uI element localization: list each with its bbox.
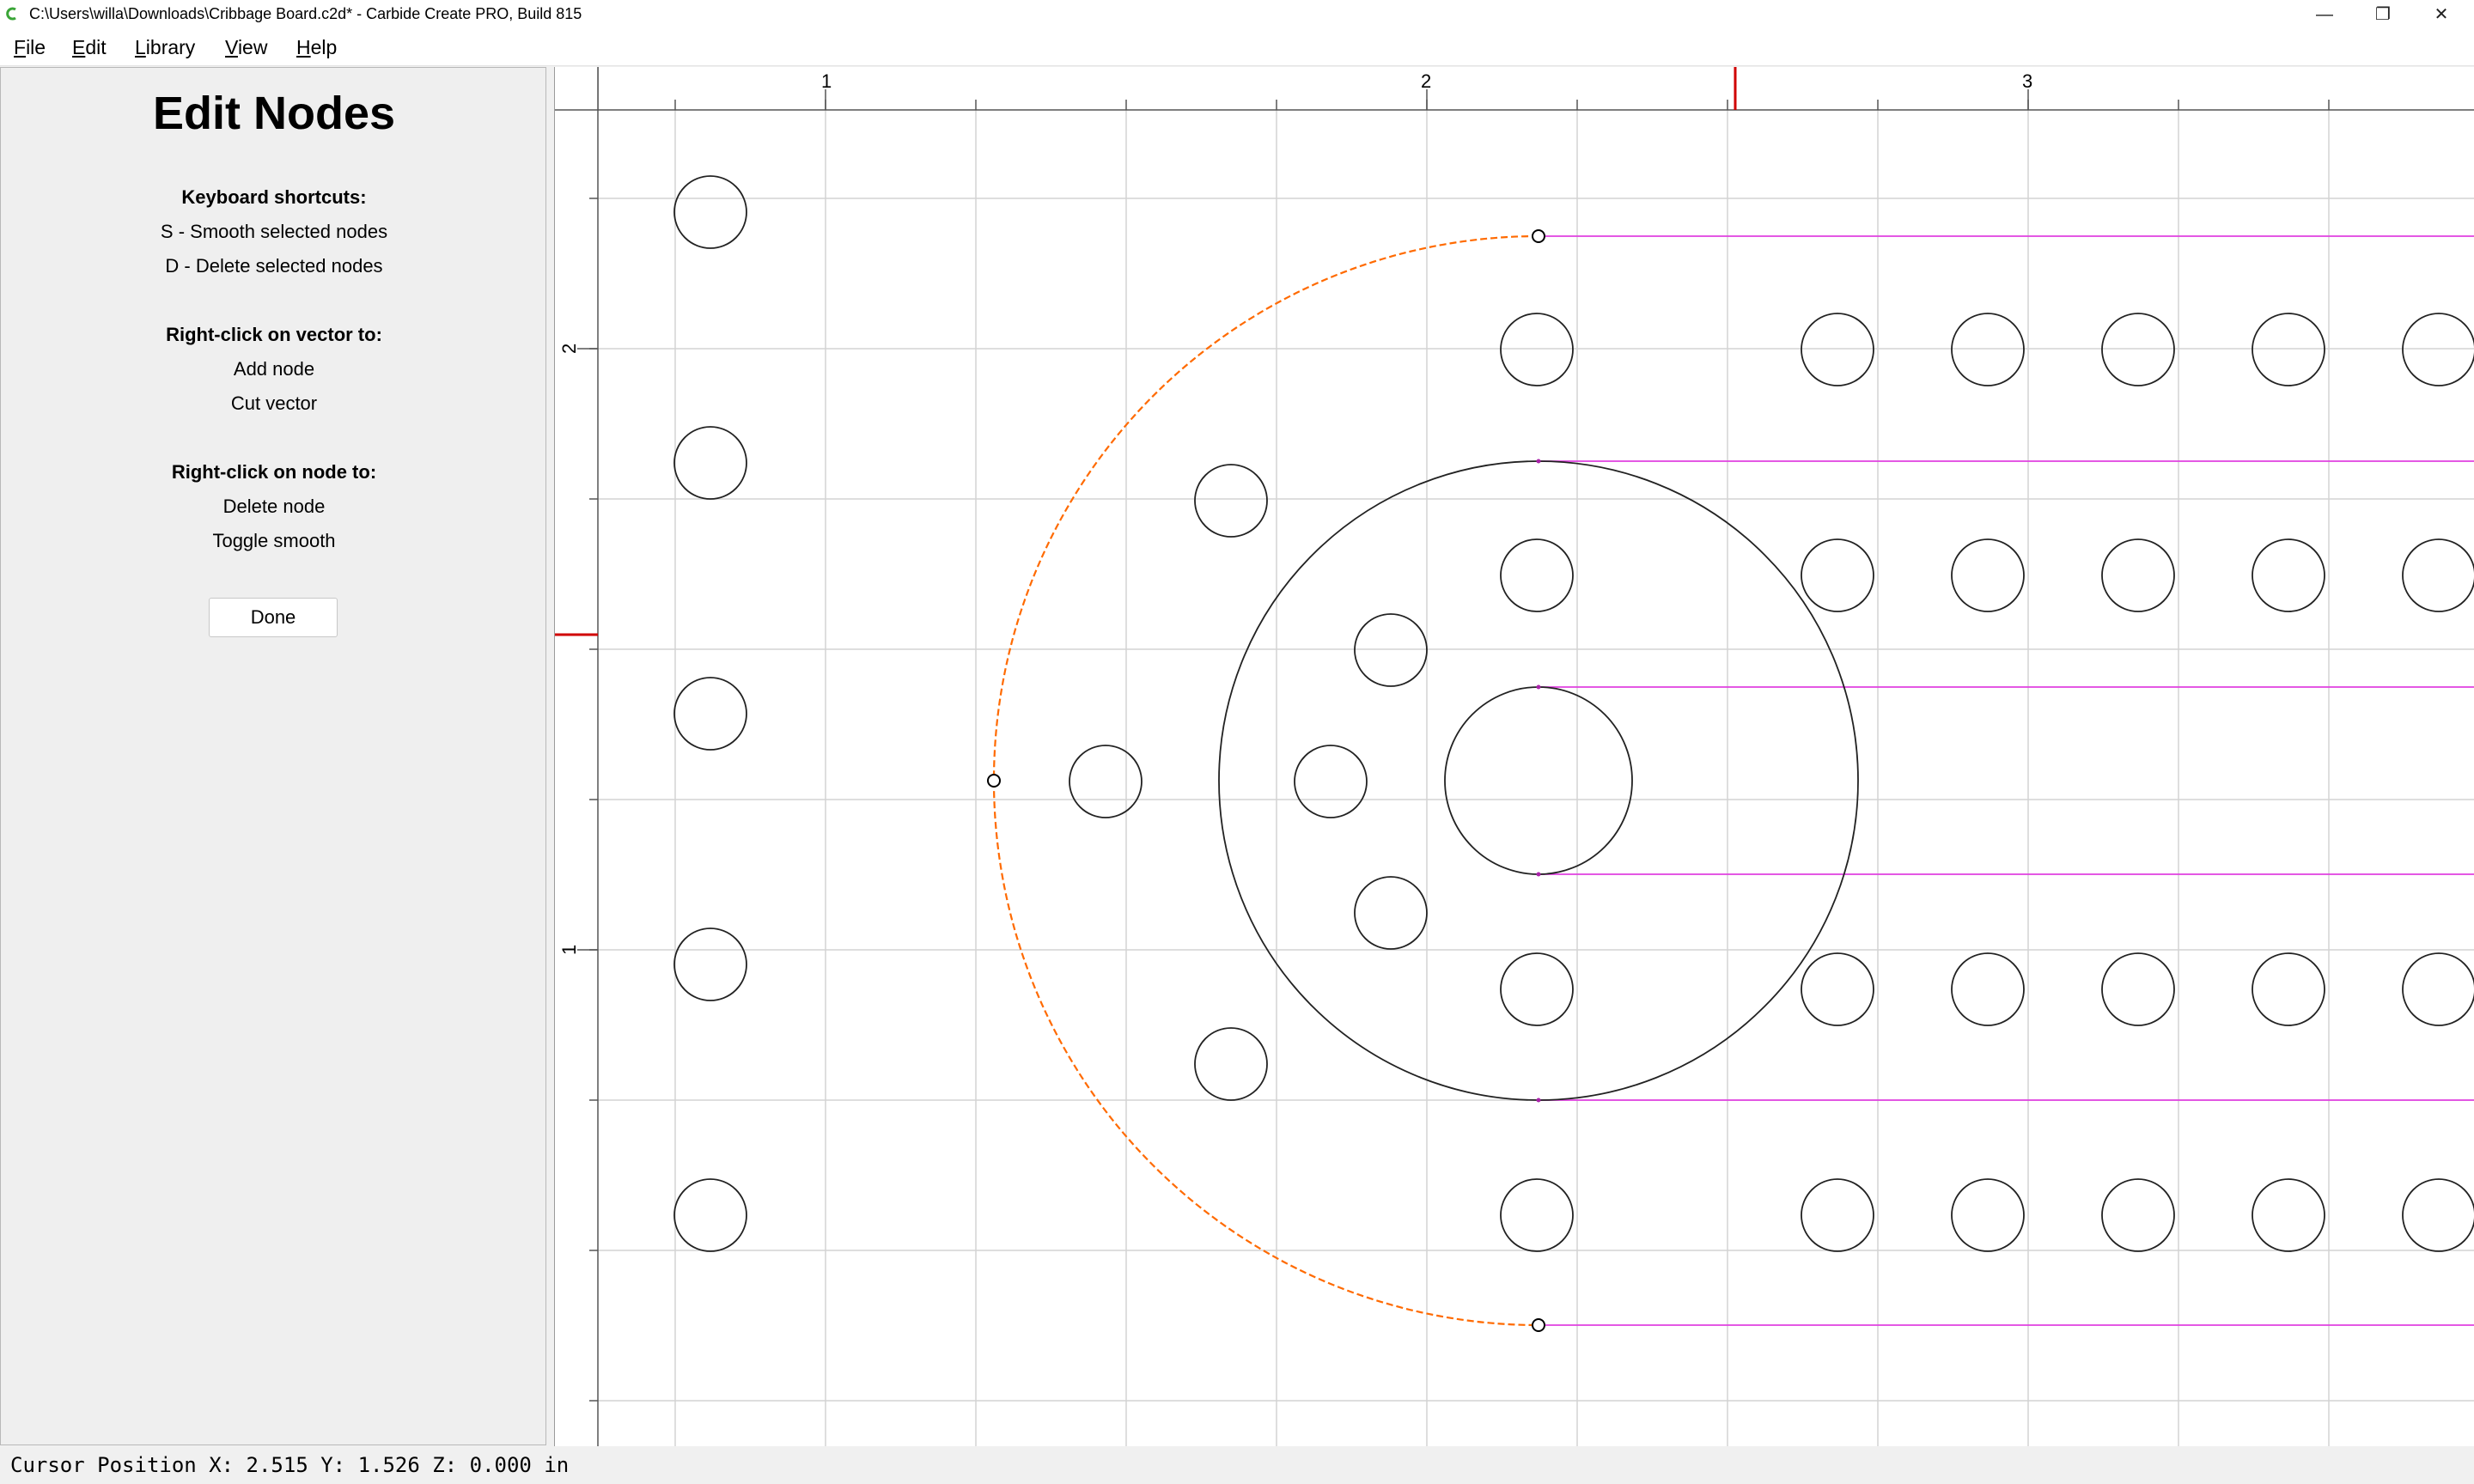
edit-node-handle[interactable] (1532, 1318, 1545, 1332)
node-marker[interactable] (1536, 872, 1541, 877)
menu-file[interactable]: File (14, 36, 46, 59)
node-marker[interactable] (1536, 459, 1541, 464)
guide-node-markers (1536, 459, 1541, 1103)
ruler-corner (555, 67, 598, 110)
node-toggle-text: Toggle smooth (212, 530, 336, 551)
menu-edit[interactable]: Edit (72, 36, 107, 59)
peg-hole[interactable] (1069, 745, 1143, 818)
edit-nodes-panel: Edit Nodes Keyboard shortcuts: S - Smoot… (0, 67, 546, 1445)
peg-hole[interactable] (673, 426, 747, 500)
left-ruler-bg (555, 67, 598, 1446)
menu-help-label: elp (310, 36, 338, 58)
menu-view-accel: V (225, 36, 238, 58)
menu-library[interactable]: Library (135, 36, 195, 59)
top-ruler-label-3: 3 (2022, 70, 2032, 92)
peg-hole[interactable] (673, 175, 747, 249)
peg-hole[interactable] (2402, 538, 2474, 612)
peg-hole[interactable] (1500, 1178, 1574, 1252)
close-button[interactable]: ✕ (2412, 0, 2471, 29)
peg-hole[interactable] (1354, 613, 1428, 687)
center-circle[interactable] (1444, 686, 1633, 875)
left-ruler-label-1: 1 (558, 945, 580, 955)
shortcuts-heading: Keyboard shortcuts: (181, 186, 367, 208)
peg-hole[interactable] (2101, 1178, 2175, 1252)
menu-edit-label: dit (85, 36, 107, 58)
peg-hole[interactable] (1951, 952, 2025, 1026)
peg-hole[interactable] (1801, 952, 1874, 1026)
peg-hole[interactable] (1294, 745, 1368, 818)
top-ruler: 1 2 3 (555, 67, 2474, 111)
peg-holes (673, 175, 2474, 1252)
peg-hole[interactable] (1801, 1178, 1874, 1252)
peg-hole[interactable] (1194, 464, 1268, 538)
vector-heading: Right-click on vector to: (166, 324, 382, 345)
peg-hole[interactable] (673, 928, 747, 1001)
peg-hole[interactable] (2101, 538, 2175, 612)
edit-node-handles (987, 229, 1545, 1332)
grid (598, 110, 2474, 1446)
selected-arc-vector[interactable] (992, 234, 1539, 1327)
status-bar: Cursor Position X: 2.515 Y: 1.526 Z: 0.0… (0, 1446, 2474, 1484)
peg-hole[interactable] (2402, 1178, 2474, 1252)
menu-file-label: ile (26, 36, 46, 58)
menu-help[interactable]: Help (296, 36, 337, 59)
menu-edit-accel: E (72, 36, 86, 58)
minimize-button[interactable]: — (2295, 0, 2354, 29)
peg-hole[interactable] (2101, 952, 2175, 1026)
edit-node-handle[interactable] (1532, 229, 1545, 243)
edit-node-handle[interactable] (987, 774, 1001, 788)
peg-hole[interactable] (673, 677, 747, 751)
menu-view-label: iew (237, 36, 268, 58)
top-ruler-bg (555, 67, 2474, 110)
peg-hole[interactable] (1951, 538, 2025, 612)
menu-file-accel: F (14, 36, 27, 58)
peg-hole[interactable] (1500, 313, 1574, 386)
carbide-create-icon (6, 7, 16, 21)
peg-hole[interactable] (2252, 952, 2325, 1026)
left-ruler: 2 1 (555, 67, 599, 1446)
menu-bar: File Edit Library View Help (0, 29, 2474, 66)
peg-hole[interactable] (1801, 313, 1874, 386)
vector-add-node-text: Add node (233, 358, 315, 380)
restore-button[interactable]: ❐ (2354, 0, 2412, 29)
peg-hole[interactable] (2101, 313, 2175, 386)
node-heading: Right-click on node to: (171, 461, 377, 483)
node-delete-text: Delete node (222, 496, 326, 517)
peg-hole[interactable] (2402, 952, 2474, 1026)
peg-hole[interactable] (1500, 538, 1574, 612)
left-ruler-label-2: 2 (558, 344, 580, 354)
menu-library-accel: L (135, 36, 146, 58)
design-canvas[interactable]: 1 2 3 2 1 (554, 67, 2474, 1446)
shortcut-delete-text: D - Delete selected nodes (165, 255, 383, 277)
vector-cut-text: Cut vector (230, 392, 318, 414)
menu-view[interactable]: View (225, 36, 267, 59)
top-ruler-label-1: 1 (821, 70, 832, 92)
window-title: C:\Users\willa\Downloads\Cribbage Board.… (29, 5, 582, 22)
cursor-position-readout: Cursor Position X: 2.515 Y: 1.526 Z: 0.0… (10, 1453, 570, 1477)
outer-ring-circle[interactable] (1218, 460, 1859, 1101)
peg-hole[interactable] (2252, 538, 2325, 612)
peg-hole[interactable] (1500, 952, 1574, 1026)
peg-hole[interactable] (2402, 313, 2474, 386)
peg-hole[interactable] (1801, 538, 1874, 612)
guide-lines (1539, 235, 2474, 1326)
peg-hole[interactable] (2252, 313, 2325, 386)
done-button[interactable]: Done (209, 598, 338, 637)
peg-hole[interactable] (2252, 1178, 2325, 1252)
peg-hole[interactable] (1951, 1178, 2025, 1252)
node-marker[interactable] (1536, 684, 1541, 690)
canvas-svg[interactable]: 1 2 3 2 1 (555, 67, 2474, 1446)
menu-help-accel: H (296, 36, 311, 58)
peg-hole[interactable] (1354, 876, 1428, 950)
menu-library-label: ibrary (145, 36, 196, 58)
title-bar: C:\Users\willa\Downloads\Cribbage Board.… (0, 0, 2474, 29)
shortcut-smooth-text: S - Smooth selected nodes (160, 221, 388, 242)
peg-hole[interactable] (673, 1178, 747, 1252)
peg-hole[interactable] (1194, 1027, 1268, 1101)
peg-hole[interactable] (1951, 313, 2025, 386)
top-ruler-label-2: 2 (1421, 70, 1431, 92)
node-marker[interactable] (1536, 1098, 1541, 1103)
panel-title: Edit Nodes (152, 88, 396, 139)
